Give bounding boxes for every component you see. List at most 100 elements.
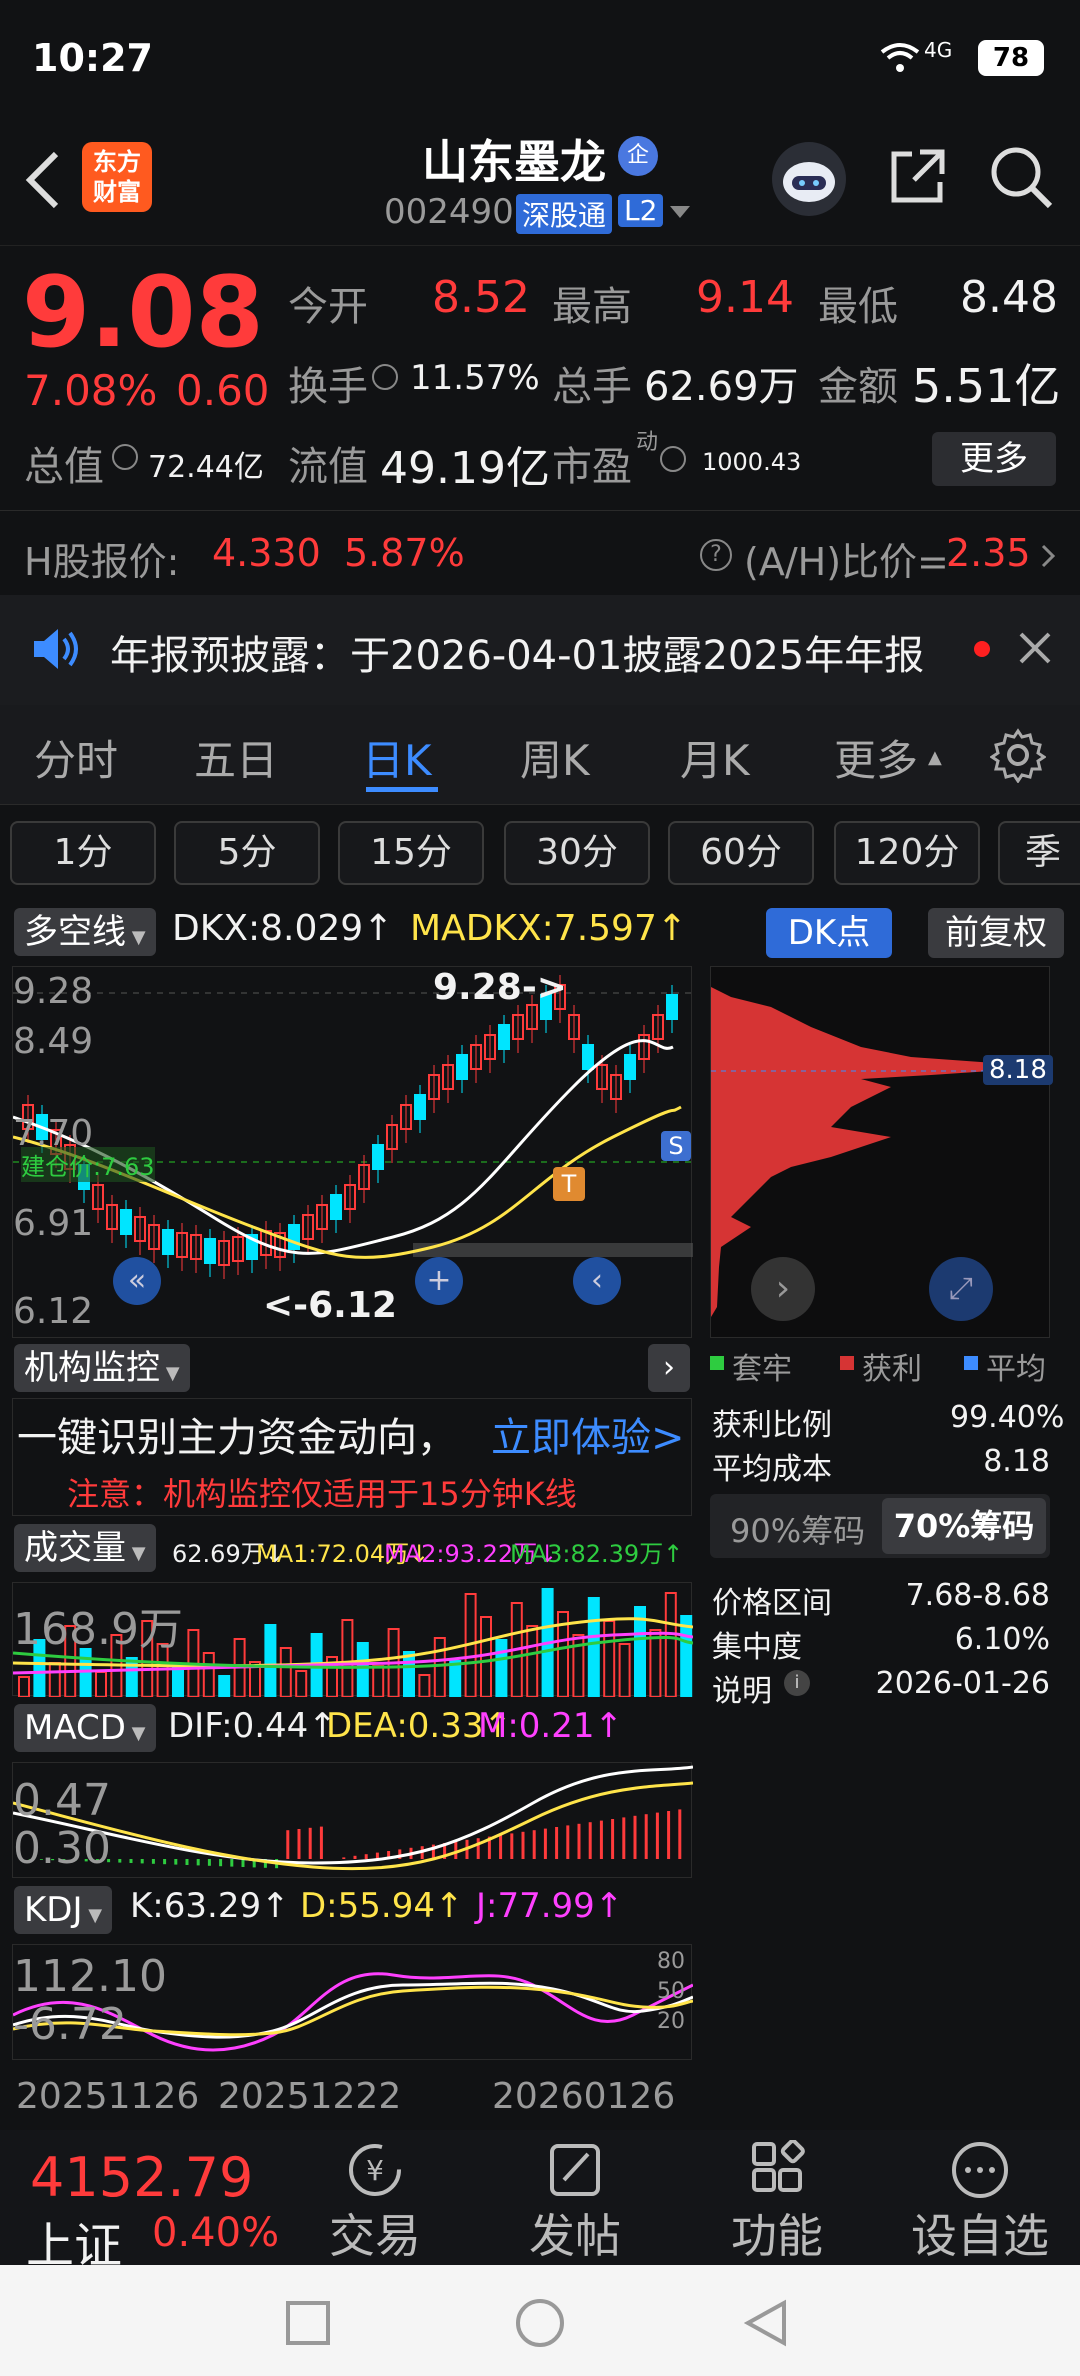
indicator-select[interactable]: 多空线 ▼	[14, 908, 156, 956]
tab-monthly-k[interactable]: 月K	[680, 727, 750, 788]
period-selector: 1分 5分 15分 30分 60分 120分 季	[0, 815, 1080, 891]
macd-axis-2: 0.30	[13, 1823, 111, 1874]
min-price-label: <-6.12	[263, 1285, 397, 1326]
volume-value: 62.69万	[644, 364, 799, 410]
nav-trade[interactable]: ¥ 交易	[310, 2140, 440, 2266]
yen-exchange-icon: ¥	[310, 2140, 440, 2200]
nav-functions[interactable]: 功能	[712, 2140, 842, 2266]
volume-bar	[449, 1660, 462, 1698]
index-value[interactable]: 4152.79	[30, 2146, 253, 2209]
index-pct: 0.40%	[152, 2210, 280, 2256]
recent-apps-icon[interactable]	[286, 2301, 330, 2345]
volume-bar	[418, 1674, 431, 1698]
chip-90-button[interactable]: 90%筹码	[730, 1506, 865, 1552]
dropdown-triangle-icon[interactable]	[668, 204, 692, 220]
period-15min[interactable]: 15分	[338, 821, 484, 885]
tab-five-day[interactable]: 五日	[194, 727, 278, 788]
dk-point-button[interactable]: DK点	[766, 908, 892, 958]
institution-promo[interactable]: 一键识别主力资金动向， 立即体验> 注意：机构监控仅适用于15分钟K线	[12, 1398, 692, 1516]
period-30min[interactable]: 30分	[504, 821, 650, 885]
notice-banner[interactable]: 年报预披露：于2026-04-01披露2025年年报	[0, 595, 1080, 705]
notice-text: 年报预披露：于2026-04-01披露2025年年报	[110, 633, 925, 679]
volume-bar	[433, 1637, 446, 1698]
price-range-value: 7.68-8.68	[905, 1578, 1050, 1613]
dkx-value: DKX:8.029↑	[172, 908, 394, 949]
period-60min[interactable]: 60分	[668, 821, 814, 885]
question-icon[interactable]: ?	[700, 539, 732, 571]
back-icon[interactable]	[22, 150, 62, 210]
institution-monitor-select[interactable]: 机构监控 ▼	[14, 1344, 190, 1392]
ah-ratio-value: 2.35	[946, 531, 1031, 575]
institution-label: 机构监控	[24, 1348, 160, 1388]
period-quarter[interactable]: 季	[998, 821, 1080, 885]
period-1min[interactable]: 1分	[10, 821, 156, 885]
search-icon[interactable]	[988, 144, 1054, 210]
volume-label: 成交量	[24, 1528, 126, 1568]
info-icon[interactable]: i	[784, 1670, 810, 1696]
kdj-indicator-select[interactable]: KDJ ▼	[14, 1886, 113, 1934]
volume-bar	[172, 1666, 184, 1698]
scroll-left-icon[interactable]: ‹	[573, 1257, 621, 1305]
nav-add-watchlist[interactable]: 设自选	[900, 2140, 1060, 2266]
chevron-right-icon[interactable]: ›	[648, 1344, 690, 1392]
home-icon[interactable]	[516, 2299, 564, 2347]
candle-body	[120, 1209, 132, 1235]
volume-bar	[372, 1665, 385, 1698]
chevron-right-icon[interactable]: ›	[751, 1257, 815, 1321]
volume-indicator-select[interactable]: 成交量 ▼	[14, 1524, 156, 1572]
volume-bar	[526, 1625, 539, 1698]
nav-post[interactable]: 发帖	[510, 2140, 640, 2266]
period-5min[interactable]: 5分	[174, 821, 320, 885]
close-icon[interactable]	[1018, 631, 1052, 665]
stock-header: 东方 财富 山东墨龙 企 002490 深股通 L2	[0, 120, 1080, 245]
candle-body	[372, 1144, 384, 1170]
volume-bar	[341, 1619, 354, 1698]
legend-swatch-trapped	[710, 1356, 724, 1370]
period-120min[interactable]: 120分	[834, 821, 980, 885]
share-icon[interactable]	[886, 146, 948, 208]
kdj-chart[interactable]: 112.10 -6.72 80 50 20	[12, 1944, 694, 2060]
kline-chart[interactable]: 9.28 8.49 7.70 6.91 6.12 9.28-> <-6.12 建…	[12, 966, 693, 1338]
crosshair-plus-icon[interactable]: +	[415, 1257, 463, 1305]
candle-body	[162, 1229, 174, 1255]
tab-intraday[interactable]: 分时	[34, 727, 118, 788]
volume-bar	[202, 1652, 215, 1698]
legend-profit: 获利	[862, 1352, 922, 1387]
gear-icon[interactable]	[990, 727, 1046, 783]
sgt-tag: 深股通	[516, 194, 613, 234]
profit-ratio-label: 获利比例	[712, 1408, 832, 1443]
expand-icon[interactable]: ⤢	[929, 1257, 993, 1321]
status-bar: 10:27 4G 78	[0, 0, 1080, 120]
more-button[interactable]: 更多	[932, 432, 1056, 486]
app-logo: 东方 财富	[82, 142, 152, 212]
chip-70-button[interactable]: 70%筹码	[882, 1498, 1046, 1554]
robot-assistant-icon[interactable]	[772, 142, 846, 216]
info-icon[interactable]	[660, 446, 686, 472]
chip-range-toggle: 90%筹码 70%筹码	[710, 1494, 1050, 1558]
max-price-label: 9.28->	[433, 967, 567, 1008]
tab-weekly-k[interactable]: 周K	[520, 727, 590, 788]
kdj-label: KDJ	[24, 1890, 83, 1930]
try-now-link[interactable]: 立即体验>	[491, 1405, 685, 1463]
chip-band	[413, 1243, 693, 1257]
macd-chart[interactable]: 0.47 0.30	[12, 1762, 694, 1878]
active-tab-indicator	[366, 787, 438, 792]
tab-daily-k[interactable]: 日K	[362, 727, 432, 788]
adjust-button[interactable]: 前复权	[928, 908, 1064, 958]
back-nav-icon[interactable]	[744, 2299, 788, 2347]
h-share-row[interactable]: H股报价: 4.330 5.87% ? (A/H)比价= 2.35	[0, 510, 1080, 595]
info-icon[interactable]	[112, 444, 138, 470]
battery-icon: 78	[978, 40, 1044, 76]
volume-chart[interactable]: 168.9万	[12, 1582, 694, 1698]
amount-label: 金额	[818, 364, 898, 410]
scroll-left-fast-icon[interactable]: «	[113, 1257, 161, 1305]
macd-indicator-select[interactable]: MACD ▼	[14, 1704, 156, 1752]
volume-bar	[95, 1671, 107, 1698]
candle-body	[456, 1054, 468, 1080]
volume-bar	[680, 1615, 693, 1698]
tab-more[interactable]: 更多	[834, 727, 918, 788]
wifi-icon	[880, 42, 920, 74]
info-icon[interactable]	[372, 364, 398, 390]
kdj-ref-80: 80	[657, 1949, 685, 1974]
volume-bar	[649, 1629, 662, 1698]
